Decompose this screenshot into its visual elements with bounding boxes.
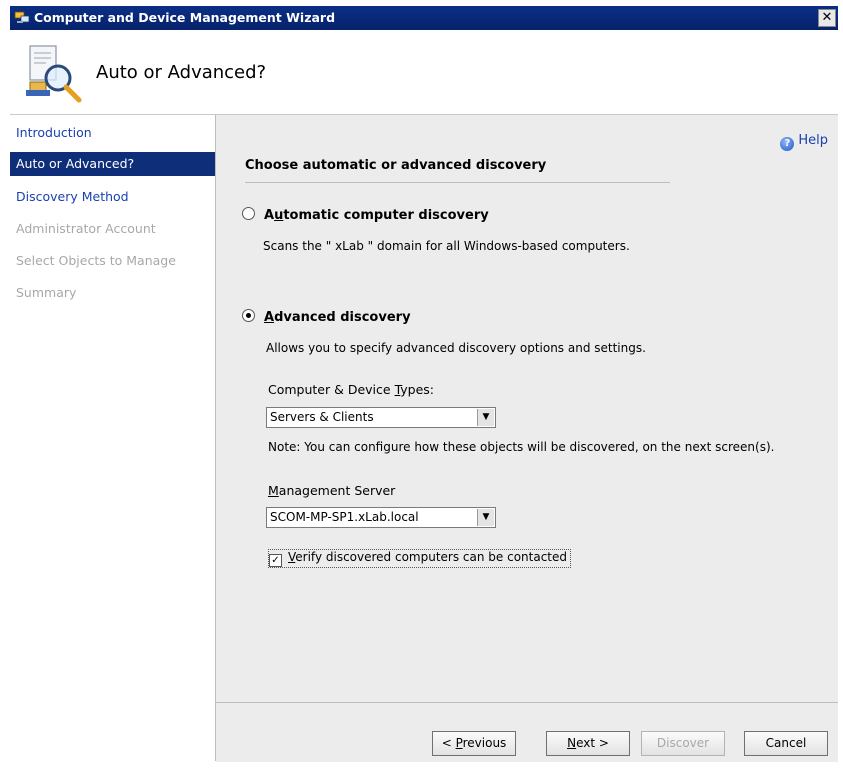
- device-types-dropdown[interactable]: Servers & Clients ▼: [266, 407, 496, 428]
- radio-label-accelerator: A: [264, 310, 275, 325]
- step-discovery-method[interactable]: Discovery Method: [10, 185, 215, 209]
- label-part: ypes:: [400, 382, 435, 397]
- step-administrator-account: Administrator Account: [16, 221, 156, 236]
- step-select-objects: Select Objects to Manage: [16, 253, 176, 268]
- page-heading: Auto or Advanced?: [96, 62, 267, 83]
- window-title: Computer and Device Management Wizard: [34, 10, 336, 25]
- next-button[interactable]: Next >: [546, 731, 630, 756]
- radio-label-part: A: [264, 208, 275, 223]
- button-label-part: revious: [462, 736, 507, 750]
- section-title: Choose automatic or advanced discovery: [245, 158, 547, 173]
- cancel-button[interactable]: Cancel: [744, 731, 828, 756]
- wizard-header: Auto or Advanced?: [10, 30, 838, 115]
- close-icon: ✕: [821, 10, 833, 25]
- title-bar[interactable]: Computer and Device Management Wizard ✕: [10, 6, 838, 30]
- management-server-label: Management Server: [268, 483, 395, 498]
- configuration-note: Note: You can configure how these object…: [268, 440, 775, 454]
- automatic-discovery-description: Scans the " xLab " domain for all Window…: [263, 239, 630, 253]
- computer-app-icon: [14, 11, 30, 23]
- dropdown-arrow-icon[interactable]: ▼: [477, 509, 494, 526]
- label-part: Computer & Device: [268, 382, 395, 397]
- radio-label-part: tomatic computer discovery: [283, 208, 489, 223]
- wizard-button-bar: < Previous Next > Discover Cancel: [216, 702, 838, 762]
- step-auto-or-advanced[interactable]: Auto or Advanced?: [10, 152, 215, 176]
- magnifier-document-icon: [26, 45, 82, 103]
- verify-contact-checkbox[interactable]: ✓ Verify discovered computers can be cont…: [268, 549, 572, 568]
- radio-checked-icon: [242, 309, 255, 322]
- button-label-accelerator: P: [455, 736, 463, 750]
- step-summary: Summary: [16, 285, 77, 300]
- help-label: Help: [798, 133, 828, 148]
- wizard-content-panel: ? Help Choose automatic or advanced disco…: [216, 115, 838, 702]
- radio-label-accelerator: u: [274, 208, 284, 223]
- radio-unchecked-icon: [242, 207, 255, 220]
- advanced-discovery-radio[interactable]: Advanced discovery: [242, 309, 411, 325]
- advanced-discovery-description: Allows you to specify advanced discovery…: [266, 341, 646, 355]
- button-label-part: <: [441, 736, 456, 750]
- automatic-discovery-radio[interactable]: Automatic computer discovery: [242, 207, 489, 223]
- device-types-label: Computer & Device Types:: [268, 382, 434, 397]
- label-part: anagement Server: [278, 483, 396, 498]
- help-link[interactable]: ? Help: [780, 133, 828, 151]
- label-accelerator: M: [268, 483, 279, 498]
- dropdown-arrow-icon[interactable]: ▼: [477, 409, 494, 426]
- checkbox-label-part: erify discovered computers can be contac…: [295, 550, 568, 564]
- previous-button[interactable]: < Previous: [432, 731, 516, 756]
- checkmark-icon: ✓: [269, 554, 282, 567]
- device-types-value: Servers & Clients: [270, 410, 374, 424]
- button-label-accelerator: N: [567, 736, 577, 750]
- management-server-value: SCOM-MP-SP1.xLab.local: [270, 510, 419, 524]
- close-button[interactable]: ✕: [818, 9, 836, 27]
- wizard-window: Computer and Device Management Wizard ✕ …: [0, 0, 843, 776]
- section-divider: [245, 182, 670, 183]
- button-label-part: ext >: [576, 736, 609, 750]
- step-introduction[interactable]: Introduction: [10, 121, 215, 145]
- wizard-steps-sidebar: Introduction Auto or Advanced? Discovery…: [10, 115, 216, 761]
- help-icon: ?: [780, 137, 795, 151]
- management-server-dropdown[interactable]: SCOM-MP-SP1.xLab.local ▼: [266, 507, 496, 528]
- radio-label-part: dvanced discovery: [274, 310, 411, 325]
- discover-button: Discover: [641, 731, 725, 756]
